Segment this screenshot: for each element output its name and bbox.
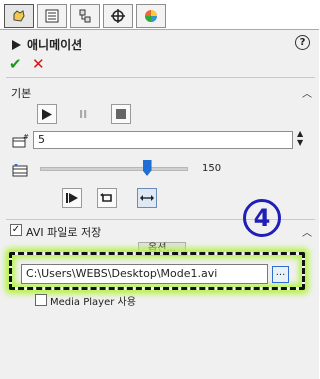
cancel-button[interactable]: ✕ [32,55,45,73]
tab-feature-manager[interactable] [4,4,34,28]
divider [6,77,315,78]
avi-checkbox[interactable]: ✓ [10,224,22,236]
chevron-up-icon[interactable]: ︿ [302,224,312,239]
loop-icon [100,193,112,202]
tab-property-manager[interactable] [37,4,67,28]
annotation-number-badge: 4 [243,199,281,237]
display-manager-icon [145,10,157,22]
play-icon [12,39,21,50]
reciprocate-button[interactable] [137,188,157,208]
section-basic-label: 기본 [11,87,32,100]
play-to-end-icon [66,193,78,203]
page-title: 애니메이션 [27,38,83,52]
play-icon [42,108,52,120]
media-player-label: Media Player 사용 [50,297,136,308]
pause-button[interactable]: II [79,108,87,121]
play-button[interactable] [37,104,57,124]
frames-input[interactable]: 5 [33,131,293,149]
configuration-manager-icon [79,9,91,23]
play-normal-button[interactable] [62,188,82,208]
avi-section-label: AVI 파일로 저장 [26,226,102,239]
avi-path-input[interactable]: C:\Users\WEBS\Desktop\Mode1.avi [21,264,268,284]
dimxpert-icon [111,9,125,23]
chevron-up-icon[interactable]: ︿ [302,85,312,100]
speed-slider-track[interactable] [40,167,188,171]
feature-manager-icon [13,10,25,22]
help-icon[interactable]: ? [295,35,310,50]
tab-dimxpert[interactable] [103,4,133,28]
browse-button[interactable]: ... [272,266,289,283]
frames-spinner[interactable]: ▲ ▼ [297,129,303,147]
panel-header: 애니메이션 [12,36,82,53]
speed-icon [12,164,28,177]
property-manager-icon [45,9,59,23]
ok-button[interactable]: ✔ [9,55,22,73]
loop-button[interactable] [97,188,117,208]
stop-button[interactable] [111,104,131,124]
tab-bar [0,0,319,30]
media-player-checkbox[interactable] [35,294,47,306]
stop-icon [116,109,126,119]
svg-text:#: # [23,133,29,141]
reciprocate-icon [140,195,154,201]
tab-configuration-manager[interactable] [70,4,100,28]
speed-value: 150 [202,163,222,174]
tab-display-manager[interactable] [136,4,166,28]
frames-icon: # [12,133,29,148]
